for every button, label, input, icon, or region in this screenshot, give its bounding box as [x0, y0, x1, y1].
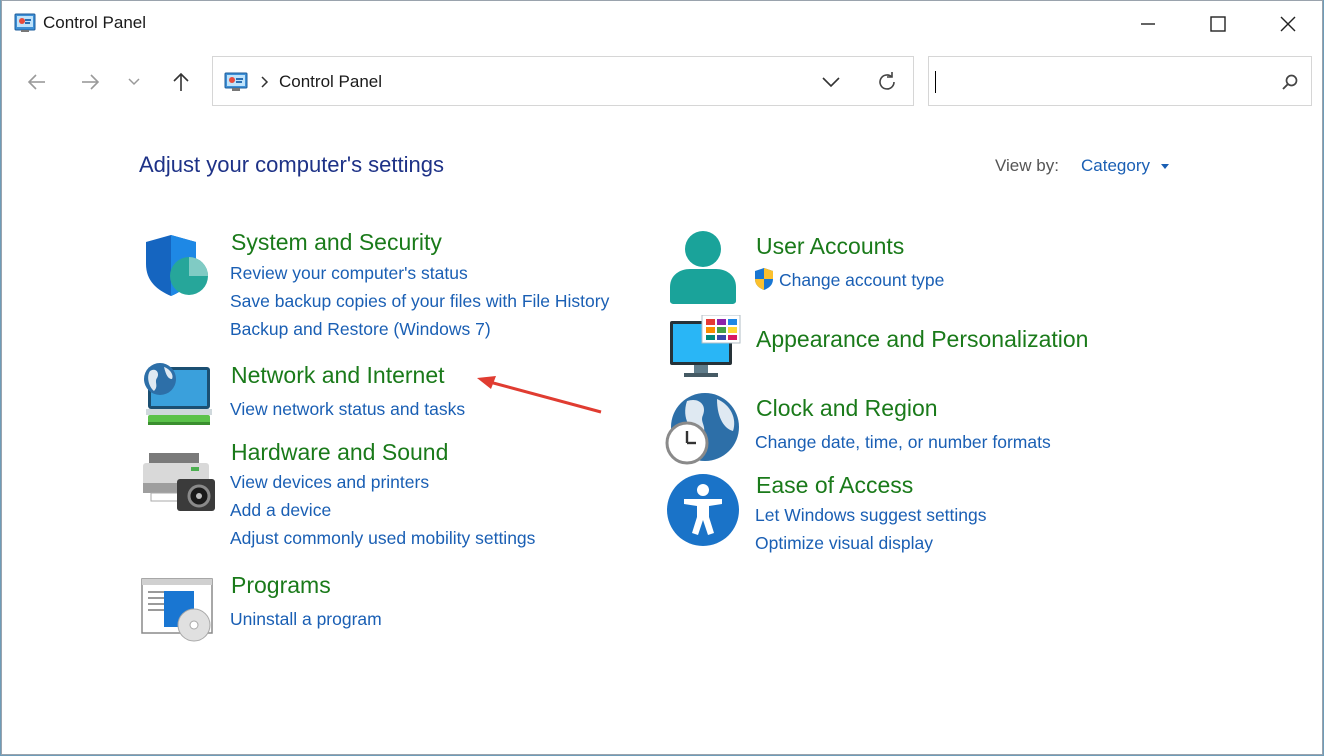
arrow-right-icon — [82, 74, 100, 90]
window-title: Control Panel — [43, 13, 147, 32]
shield-icon[interactable] — [141, 233, 213, 299]
link-optimize-visual-display[interactable]: Optimize visual display — [755, 533, 933, 554]
title-bar[interactable]: Control Panel — [2, 1, 1322, 47]
close-icon — [1280, 16, 1296, 32]
caret-down-icon[interactable] — [1160, 163, 1170, 171]
search-box[interactable] — [928, 56, 1312, 106]
control-panel-icon — [14, 13, 36, 32]
refresh-icon[interactable] — [875, 70, 899, 94]
link-suggest-settings[interactable]: Let Windows suggest settings — [755, 505, 987, 526]
control-panel-window: Control Panel Control Panel Adjust your … — [1, 0, 1323, 755]
category-clock-and-region[interactable]: Clock and Region — [756, 395, 938, 422]
annotation-arrow-icon — [477, 376, 602, 414]
link-change-date-formats[interactable]: Change date, time, or number formats — [755, 432, 1051, 453]
view-by-dropdown[interactable]: Category — [1081, 156, 1150, 176]
address-bar[interactable]: Control Panel — [212, 56, 914, 106]
control-panel-icon — [224, 72, 248, 91]
address-path[interactable]: Control Panel — [279, 72, 382, 92]
text-caret — [935, 71, 936, 93]
accessibility-icon[interactable] — [666, 473, 740, 547]
link-uninstall-program[interactable]: Uninstall a program — [230, 609, 382, 630]
link-mobility-settings[interactable]: Adjust commonly used mobility settings — [230, 528, 535, 549]
close-button[interactable] — [1254, 1, 1322, 47]
minimize-icon — [1141, 23, 1155, 25]
category-user-accounts[interactable]: User Accounts — [756, 233, 904, 260]
link-add-device[interactable]: Add a device — [230, 500, 331, 521]
minimize-button[interactable] — [1114, 1, 1182, 47]
category-network-and-internet[interactable]: Network and Internet — [231, 362, 445, 389]
up-button[interactable] — [163, 64, 199, 100]
category-system-and-security[interactable]: System and Security — [231, 229, 442, 256]
uac-shield-icon — [755, 268, 773, 290]
arrow-left-icon — [27, 74, 45, 90]
link-network-status[interactable]: View network status and tasks — [230, 399, 465, 420]
search-input[interactable] — [939, 67, 1273, 97]
back-button[interactable] — [19, 64, 55, 100]
chevron-down-icon[interactable] — [819, 71, 843, 93]
programs-icon[interactable] — [140, 577, 216, 643]
chevron-right-icon[interactable] — [259, 74, 271, 90]
maximize-button[interactable] — [1184, 1, 1252, 47]
monitor-icon[interactable] — [668, 315, 742, 379]
maximize-icon — [1210, 16, 1226, 32]
category-hardware-and-sound[interactable]: Hardware and Sound — [231, 439, 448, 466]
chevron-down-icon — [128, 78, 140, 86]
forward-button[interactable] — [72, 64, 108, 100]
category-ease-of-access[interactable]: Ease of Access — [756, 472, 913, 499]
link-devices-printers[interactable]: View devices and printers — [230, 472, 429, 493]
category-programs[interactable]: Programs — [231, 572, 331, 599]
link-backup-restore[interactable]: Backup and Restore (Windows 7) — [230, 319, 491, 340]
category-appearance-and-personalization[interactable]: Appearance and Personalization — [756, 326, 1088, 353]
link-file-history[interactable]: Save backup copies of your files with Fi… — [230, 291, 609, 312]
user-icon[interactable] — [668, 229, 738, 305]
link-change-account-type[interactable]: Change account type — [779, 270, 944, 291]
link-review-status[interactable]: Review your computer's status — [230, 263, 468, 284]
page-title: Adjust your computer's settings — [139, 152, 445, 177]
search-icon[interactable] — [1281, 73, 1299, 91]
view-by-label: View by: — [995, 156, 1059, 175]
printer-icon[interactable] — [143, 453, 217, 515]
globe-clock-icon[interactable] — [665, 391, 741, 467]
network-icon[interactable] — [140, 359, 214, 429]
arrow-up-icon — [173, 72, 189, 91]
recent-locations-button[interactable] — [123, 67, 145, 97]
